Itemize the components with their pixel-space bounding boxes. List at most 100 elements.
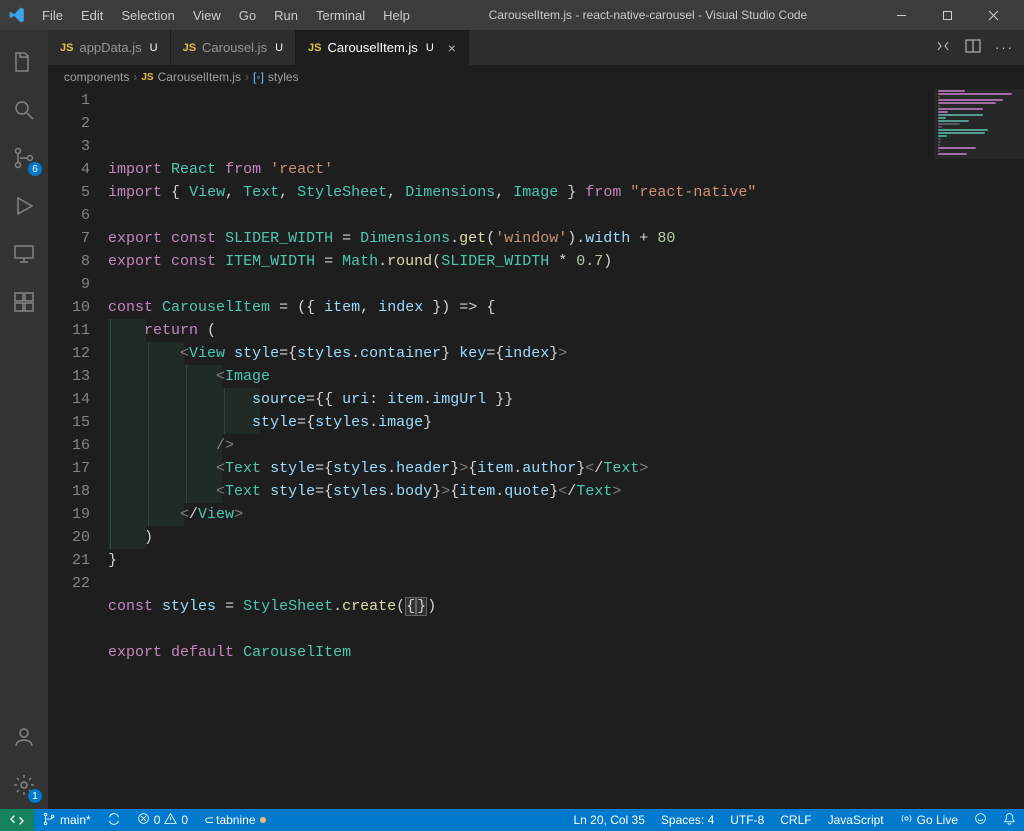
activity-bar: 6 1 [0,30,48,809]
code-line[interactable]: export default CarouselItem [108,641,1024,664]
symbol-variable-icon: [◦] [253,70,264,84]
editor-area: JS appData.js U JS Carousel.js U JS Caro… [48,30,1024,809]
breadcrumb-symbol[interactable]: styles [268,70,299,84]
scm-badge: 6 [28,162,42,176]
run-debug-icon[interactable] [0,182,48,230]
tab-modified-indicator: U [150,42,158,54]
breadcrumb-folder[interactable]: components [64,70,129,84]
bell-icon [1003,812,1016,828]
breadcrumb[interactable]: components › JS CarouselItem.js › [◦] st… [48,65,1024,89]
status-branch[interactable]: main* [34,809,99,831]
menu-help[interactable]: Help [375,4,418,27]
chevron-right-icon: › [245,70,249,84]
status-golive[interactable]: Go Live [892,809,966,831]
code-line[interactable]: const styles = StyleSheet.create({}) [108,595,1024,618]
menu-go[interactable]: Go [231,4,264,27]
status-bar: main* 0 0 ⊂tabnine Ln 20, Col 35 Spaces:… [0,809,1024,831]
breadcrumb-file[interactable]: CarouselItem.js [158,70,241,84]
tab-bar: JS appData.js U JS Carousel.js U JS Caro… [48,30,1024,65]
status-ln-col[interactable]: Ln 20, Col 35 [566,809,653,831]
explorer-icon[interactable] [0,38,48,86]
warning-icon [164,812,177,828]
line-number-gutter: 12345678910111213141516171819202122 [48,89,108,664]
more-actions-icon[interactable]: ··· [995,40,1014,55]
status-tabnine[interactable]: ⊂tabnine [196,809,273,831]
code-line[interactable]: <View style={styles.container} key={inde… [108,342,1024,365]
code-line[interactable]: export const SLIDER_WIDTH = Dimensions.g… [108,227,1024,250]
tab-actions: ··· [925,30,1024,65]
window-close-button[interactable] [970,0,1016,30]
tab-label: Carousel.js [202,40,267,55]
window-minimize-button[interactable] [878,0,924,30]
status-notifications[interactable] [995,809,1024,831]
code-line[interactable]: source={{ uri: item.imgUrl }} [108,388,1024,411]
source-control-icon[interactable]: 6 [0,134,48,182]
menu-view[interactable]: View [185,4,229,27]
error-icon [137,812,150,828]
code-line[interactable] [108,572,1024,595]
minimap-viewport[interactable] [934,89,1024,159]
compare-changes-icon[interactable] [935,38,951,57]
tab-label: appData.js [79,40,141,55]
feedback-icon [974,812,987,828]
code-line[interactable]: } [108,549,1024,572]
extensions-icon[interactable] [0,278,48,326]
code-line[interactable]: <Image [108,365,1024,388]
code-line[interactable]: <Text style={styles.body}>{item.quote}</… [108,480,1024,503]
minimap[interactable] [934,89,1024,809]
code-line[interactable] [108,273,1024,296]
accounts-icon[interactable] [0,713,48,761]
code-line[interactable]: style={styles.image} [108,411,1024,434]
code-line[interactable]: export const ITEM_WIDTH = Math.round(SLI… [108,250,1024,273]
menu-edit[interactable]: Edit [73,4,111,27]
code-line[interactable]: <Text style={styles.header}>{item.author… [108,457,1024,480]
status-problems[interactable]: 0 0 [129,809,196,831]
status-errors-count: 0 [154,813,161,827]
window-maximize-button[interactable] [924,0,970,30]
code-line[interactable]: ) [108,526,1024,549]
code-content[interactable]: import React from 'react'import { View, … [108,89,1024,664]
status-sync[interactable] [99,809,129,831]
code-line[interactable]: </View> [108,503,1024,526]
code-line[interactable] [108,618,1024,641]
remote-explorer-icon[interactable] [0,230,48,278]
close-icon[interactable]: × [440,40,456,56]
tab-appdata[interactable]: JS appData.js U [48,30,171,65]
status-warnings-count: 0 [181,813,188,827]
code-line[interactable]: return ( [108,319,1024,342]
title-bar: File Edit Selection View Go Run Terminal… [0,0,1024,30]
code-line[interactable]: import { View, Text, StyleSheet, Dimensi… [108,181,1024,204]
status-golive-label: Go Live [917,813,958,827]
menu-selection[interactable]: Selection [113,4,182,27]
tab-label: CarouselItem.js [328,40,418,55]
sync-icon [107,812,121,829]
menu-run[interactable]: Run [266,4,306,27]
search-icon[interactable] [0,86,48,134]
tab-modified-indicator: U [426,42,434,54]
git-branch-icon [42,812,56,829]
menu-file[interactable]: File [34,4,71,27]
window-title: CarouselItem.js - react-native-carousel … [418,8,878,22]
status-eol[interactable]: CRLF [772,809,819,831]
code-editor[interactable]: 12345678910111213141516171819202122 impo… [48,89,1024,809]
status-encoding[interactable]: UTF-8 [722,809,772,831]
split-editor-icon[interactable] [965,38,981,57]
javascript-icon: JS [183,42,196,54]
status-language[interactable]: JavaScript [820,809,892,831]
tab-carousel[interactable]: JS Carousel.js U [171,30,296,65]
status-feedback[interactable] [966,809,995,831]
remote-indicator[interactable] [0,809,34,831]
javascript-icon: JS [60,42,73,54]
code-line[interactable]: /> [108,434,1024,457]
javascript-icon: JS [308,42,321,54]
javascript-icon: JS [141,72,153,83]
chevron-right-icon: › [133,70,137,84]
code-line[interactable]: import React from 'react' [108,158,1024,181]
code-line[interactable]: const CarouselItem = ({ item, index }) =… [108,296,1024,319]
settings-badge: 1 [28,789,42,803]
tab-carouselitem[interactable]: JS CarouselItem.js U × [296,30,469,65]
settings-gear-icon[interactable]: 1 [0,761,48,809]
code-line[interactable] [108,204,1024,227]
status-spaces[interactable]: Spaces: 4 [653,809,722,831]
menu-terminal[interactable]: Terminal [308,4,373,27]
